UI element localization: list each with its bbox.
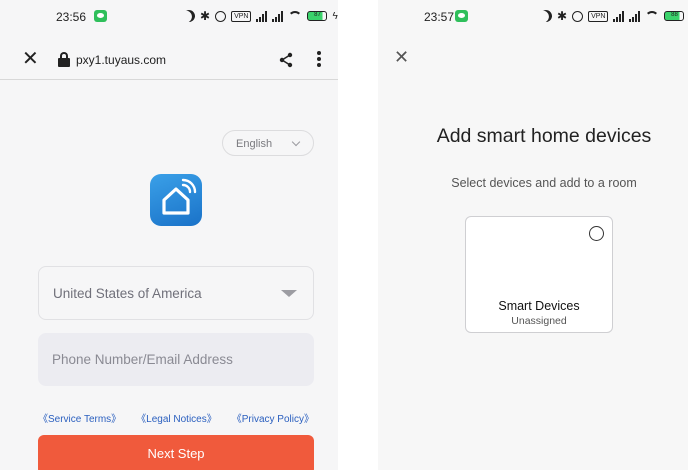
status-icons: ✱ VPN 87 ϟ — [183, 9, 338, 23]
notification-icon — [455, 10, 468, 22]
close-icon[interactable]: ✕ — [394, 48, 409, 66]
status-time: 23:57 — [424, 10, 455, 24]
wifi-icon — [288, 11, 303, 21]
chevron-down-icon — [291, 137, 301, 147]
lock-icon[interactable] — [58, 52, 70, 67]
service-terms-link[interactable]: 《Service Terms》 — [38, 410, 121, 425]
legal-links: 《Service Terms》 《Legal Notices》 《Privacy… — [38, 410, 314, 425]
signal-icon — [272, 10, 284, 22]
status-bar: 23:57 ✱ VPN 88 ϟ — [378, 0, 688, 40]
alarm-icon — [572, 10, 584, 22]
next-step-button[interactable]: Next Step — [38, 435, 314, 470]
browser-url-bar: ✕ pxy1.tuyaus.com — [0, 40, 338, 80]
country-selector[interactable]: United States of America — [38, 266, 314, 320]
page-title: Add smart home devices — [436, 125, 652, 147]
vpn-icon: VPN — [231, 10, 252, 22]
signal-icon — [629, 10, 641, 22]
device-room: Unassigned — [511, 315, 567, 327]
charging-icon: ϟ — [332, 10, 338, 22]
battery-icon: 87 — [307, 11, 328, 21]
select-radio[interactable] — [589, 226, 604, 241]
account-input[interactable] — [38, 333, 314, 386]
language-selector[interactable]: English — [222, 130, 314, 156]
page-subtitle: Select devices and add to a room — [451, 176, 637, 190]
share-icon[interactable] — [278, 52, 294, 68]
bluetooth-icon: ✱ — [557, 9, 568, 23]
right-phone-screen: 23:57 ✱ VPN 88 ϟ ✕ Add smart home device… — [378, 0, 688, 470]
url-text[interactable]: pxy1.tuyaus.com — [76, 53, 166, 67]
moon-icon — [538, 8, 554, 24]
dropdown-arrow-icon — [281, 290, 297, 297]
signal-icon — [613, 10, 625, 22]
bluetooth-icon: ✱ — [200, 9, 211, 23]
legal-notices-link[interactable]: 《Legal Notices》 — [136, 410, 217, 425]
status-time: 23:56 — [56, 10, 87, 24]
device-card[interactable]: Smart Devices Unassigned — [465, 216, 613, 333]
wifi-icon — [645, 11, 660, 21]
close-icon[interactable]: ✕ — [22, 49, 39, 69]
moon-icon — [181, 8, 197, 24]
battery-icon: 88 — [664, 11, 685, 21]
notification-icon — [94, 10, 107, 22]
left-phone-screen: 23:56 ✱ VPN 87 ϟ ✕ pxy1.tuyaus.com Engli… — [0, 0, 338, 470]
language-label: English — [236, 138, 273, 150]
status-bar: 23:56 ✱ VPN 87 ϟ — [0, 0, 338, 40]
smart-home-app-icon — [150, 174, 202, 226]
more-vert-icon[interactable] — [316, 51, 322, 69]
device-name: Smart Devices — [498, 299, 580, 313]
signal-icon — [256, 10, 268, 22]
alarm-icon — [215, 10, 227, 22]
privacy-policy-link[interactable]: 《Privacy Policy》 — [232, 410, 314, 425]
vpn-icon: VPN — [588, 10, 609, 22]
country-value: United States of America — [53, 286, 202, 301]
status-icons: ✱ VPN 88 ϟ — [540, 9, 688, 23]
